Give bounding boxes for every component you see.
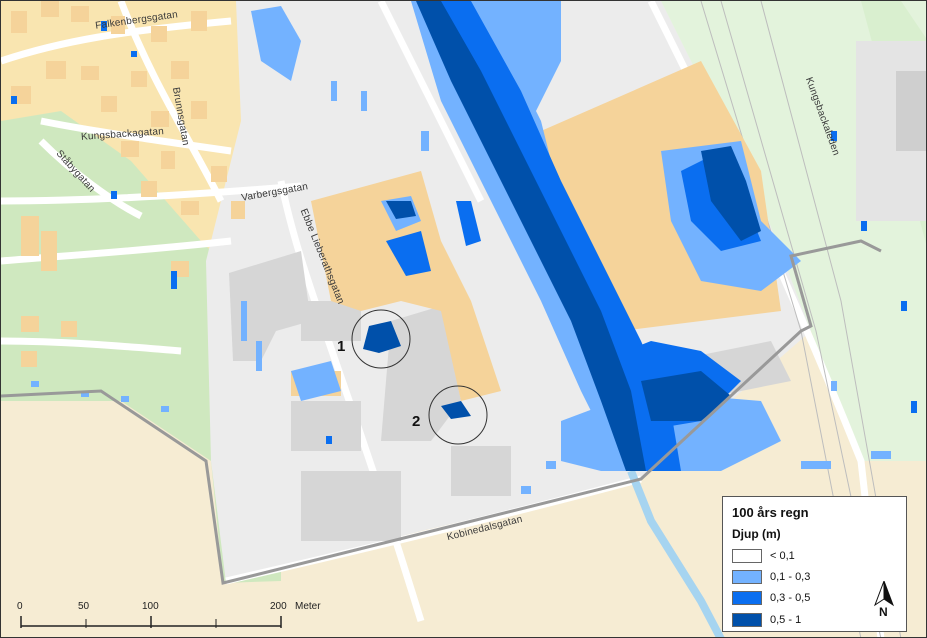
scale-tick-label: 0 [17, 601, 23, 612]
scale-tick-label: 200 [270, 601, 287, 612]
map-legend: 100 års regn Djup (m) < 0,1 0,1 - 0,3 0,… [722, 496, 907, 632]
legend-title: 100 års regn [732, 505, 809, 520]
legend-swatch [732, 591, 762, 605]
north-arrow-icon [873, 580, 895, 607]
marker-label-1: 1 [337, 338, 346, 355]
legend-item: 0,5 - 1 [732, 612, 801, 628]
north-label: N [879, 605, 888, 619]
legend-swatch [732, 570, 762, 584]
legend-item: 0,1 - 0,3 [732, 569, 810, 585]
legend-swatch [732, 613, 762, 627]
scale-tick-label: 50 [78, 601, 90, 612]
legend-item: 0,3 - 0,5 [732, 590, 810, 606]
marker-label-2: 2 [412, 413, 421, 430]
scale-bar-graphic [20, 616, 282, 628]
legend-item-label: 0,3 - 0,5 [770, 592, 811, 604]
north-arrow: N [871, 580, 897, 621]
legend-item-label: 0,1 - 0,3 [770, 571, 811, 583]
legend-item-label: < 0,1 [770, 550, 795, 562]
flood-map: Falkenbergsgatan Brunnsgatan Kungsbackag… [0, 0, 927, 638]
legend-swatch [732, 549, 762, 563]
legend-item: < 0,1 [732, 548, 795, 564]
scale-unit: Meter [295, 601, 321, 612]
legend-subtitle: Djup (m) [732, 527, 781, 541]
scale-tick-label: 100 [142, 601, 159, 612]
legend-item-label: 0,5 - 1 [770, 614, 802, 626]
